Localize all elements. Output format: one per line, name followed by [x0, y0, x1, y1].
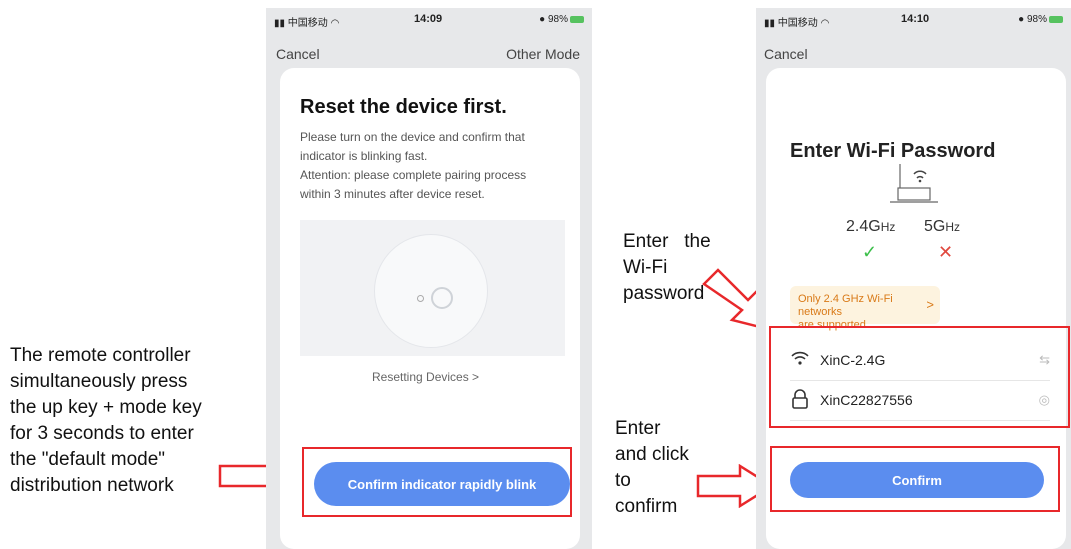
battery-icon: [1049, 15, 1063, 23]
alarm-icon: ●: [1018, 14, 1025, 25]
battery-percent: 98%: [547, 14, 568, 25]
description-line: Attention: please complete pairing proce…: [300, 168, 527, 182]
power-button-icon: [431, 287, 453, 309]
indicator-icon: [417, 295, 424, 302]
highlight-box: [302, 447, 572, 517]
status-time: 14:09: [414, 13, 443, 25]
highlight-box: [770, 446, 1060, 512]
notice-text: Only 2.4 GHz Wi-Fi networks: [798, 293, 893, 318]
instruction-line: Enter: [615, 418, 661, 439]
alarm-icon: ●: [539, 14, 546, 25]
instruction-line: the up key + mode key: [10, 397, 202, 418]
cancel-button[interactable]: Cancel: [276, 46, 320, 62]
instruction-line: simultaneously press: [10, 371, 188, 392]
status-time: 14:10: [901, 13, 930, 25]
instruction-line: distribution network: [10, 475, 174, 496]
check-icon: ✓: [862, 242, 878, 262]
instruction-line: for 3 seconds to enter: [10, 423, 194, 444]
wifi-signal-icon: ◠: [330, 18, 340, 29]
other-mode-button[interactable]: Other Mode: [506, 46, 580, 62]
highlight-box: [769, 326, 1070, 428]
carrier-label: 中国移动: [777, 18, 818, 29]
status-bar: ▮▮ 中国移动 ◠ 14:10 ● 98%: [756, 8, 1071, 30]
device-image: [374, 234, 488, 348]
instruction-line: Enter the: [623, 231, 711, 252]
wifi-signal-icon: ◠: [820, 18, 830, 29]
chevron-right-icon: >: [926, 297, 934, 312]
instruction-line: The remote controller: [10, 345, 191, 366]
battery-icon: [570, 15, 584, 23]
instruction-line: the "default mode": [10, 449, 166, 470]
band-5-label: 5GHz: [924, 218, 961, 235]
cancel-button[interactable]: Cancel: [764, 46, 808, 62]
battery-percent: 98%: [1026, 14, 1047, 25]
reset-description: Please turn on the device and confirm th…: [300, 128, 565, 204]
page-title: Reset the device first.: [300, 96, 507, 118]
description-line: within 3 minutes after device reset.: [300, 187, 485, 201]
cross-icon: ✕: [938, 242, 954, 262]
resetting-devices-link[interactable]: Resetting Devices >: [372, 370, 479, 384]
description-line: Please turn on the device and confirm th…: [300, 130, 525, 144]
description-line: indicator is blinking fast.: [300, 149, 428, 163]
instruction-text-left: The remote controller simultaneously pre…: [10, 343, 240, 499]
status-bar: ▮▮ 中国移动 ◠ 14:09 ● 98%: [266, 8, 592, 30]
device-illustration: [300, 220, 565, 356]
band-24-label: 2.4GHz: [846, 218, 896, 235]
notice-banner[interactable]: Only 2.4 GHz Wi-Fi networks are supported…: [790, 286, 940, 331]
carrier-label: 中国移动: [287, 18, 328, 29]
router-icon: [890, 164, 938, 203]
